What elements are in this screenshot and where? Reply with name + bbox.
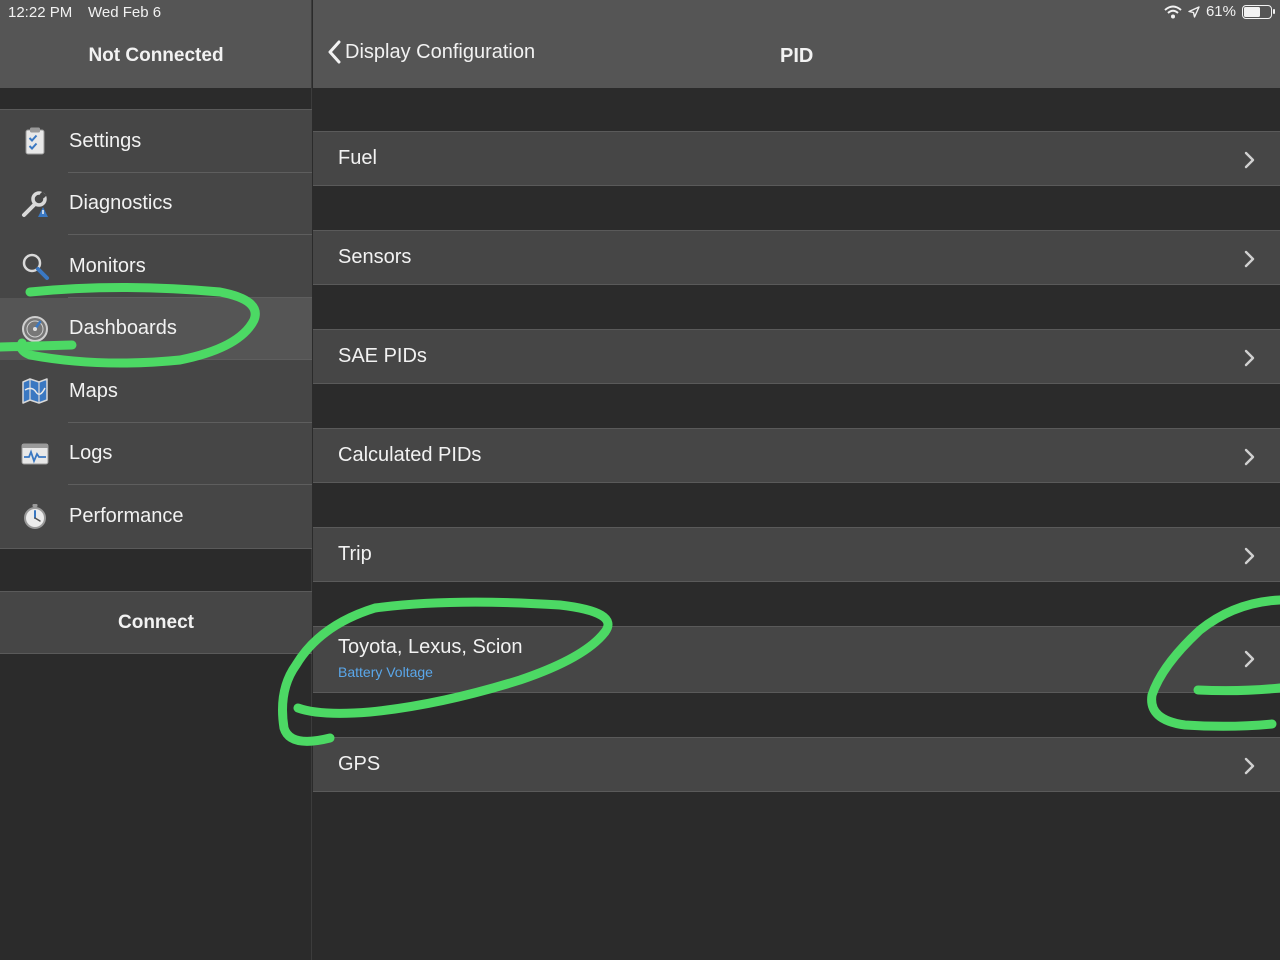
- chevron-right-icon: [1244, 757, 1255, 775]
- list-row-fuel[interactable]: Fuel: [313, 131, 1280, 186]
- sidebar-item-maps[interactable]: Maps: [0, 360, 312, 423]
- wrench-warning-icon: [20, 189, 50, 219]
- row-sublabel: Battery Voltage: [338, 664, 433, 680]
- sidebar-item-label: Maps: [69, 379, 118, 402]
- connect-label: Connect: [118, 611, 194, 633]
- chevron-right-icon: [1244, 349, 1255, 367]
- back-button-label: Display Configuration: [345, 40, 536, 63]
- sidebar: Not Connected Settings Diagnostics Monit…: [0, 0, 312, 960]
- sidebar-item-logs[interactable]: Logs: [0, 423, 312, 485]
- chevron-right-icon: [1244, 650, 1255, 668]
- sidebar-menu: Settings Diagnostics Monitors Dashboards…: [0, 109, 312, 549]
- row-label: Fuel: [338, 147, 377, 169]
- chevron-right-icon: [1244, 448, 1255, 466]
- sidebar-item-monitors[interactable]: Monitors: [0, 235, 312, 298]
- row-label: SAE PIDs: [338, 345, 427, 367]
- list-row-trip[interactable]: Trip: [313, 527, 1280, 582]
- sidebar-item-dashboards[interactable]: Dashboards: [0, 297, 312, 360]
- magnifier-icon: [20, 251, 50, 281]
- status-date: Wed Feb 6: [88, 4, 162, 21]
- sidebar-item-performance[interactable]: Performance: [0, 485, 312, 548]
- pulse-chart-icon: [20, 439, 50, 469]
- sidebar-item-label: Monitors: [69, 254, 146, 277]
- battery-percent: 61%: [1205, 3, 1236, 20]
- list-row-toyota-lexus-scion[interactable]: Toyota, Lexus, Scion Battery Voltage: [313, 626, 1280, 693]
- chevron-right-icon: [1244, 151, 1255, 169]
- chevron-right-icon: [1244, 250, 1255, 268]
- sidebar-item-diagnostics[interactable]: Diagnostics: [0, 173, 312, 235]
- sidebar-item-label: Dashboards: [69, 317, 177, 340]
- connection-status-title: Not Connected: [88, 45, 224, 66]
- row-label: Calculated PIDs: [338, 444, 482, 466]
- clipboard-check-icon: [20, 126, 50, 156]
- row-label: Toyota, Lexus, Scion: [338, 636, 523, 658]
- status-time: 12:22 PM: [8, 4, 73, 21]
- map-icon: [20, 376, 50, 406]
- list-row-sensors[interactable]: Sensors: [313, 230, 1280, 285]
- location-arrow-icon: [1188, 5, 1200, 18]
- list-row-calculated-pids[interactable]: Calculated PIDs: [313, 428, 1280, 483]
- row-label: Trip: [338, 543, 372, 565]
- sidebar-item-settings[interactable]: Settings: [0, 110, 312, 173]
- sidebar-item-label: Settings: [69, 129, 142, 152]
- sidebar-item-label: Logs: [69, 442, 113, 465]
- sidebar-item-label: Diagnostics: [69, 192, 173, 215]
- status-bar: 12:22 PM Wed Feb 6 61%: [0, 0, 1280, 24]
- status-indicators: 61%: [1164, 3, 1275, 20]
- chevron-left-icon: [328, 40, 341, 64]
- page-title: PID: [780, 45, 814, 67]
- connect-button[interactable]: Connect: [0, 591, 312, 654]
- list-row-gps[interactable]: GPS: [313, 737, 1280, 792]
- sidebar-item-label: Performance: [69, 504, 184, 527]
- back-button[interactable]: Display Configuration: [327, 40, 535, 64]
- row-label: Sensors: [338, 246, 412, 268]
- wifi-icon: [1164, 5, 1182, 18]
- stopwatch-icon: [20, 501, 50, 531]
- battery-icon: [1242, 4, 1275, 19]
- row-label: GPS: [338, 753, 381, 775]
- list-row-sae-pids[interactable]: SAE PIDs: [313, 329, 1280, 384]
- chevron-right-icon: [1244, 547, 1255, 565]
- gauge-icon: [20, 314, 50, 344]
- main-panel: Display Configuration PID Fuel Sensors S…: [313, 0, 1280, 960]
